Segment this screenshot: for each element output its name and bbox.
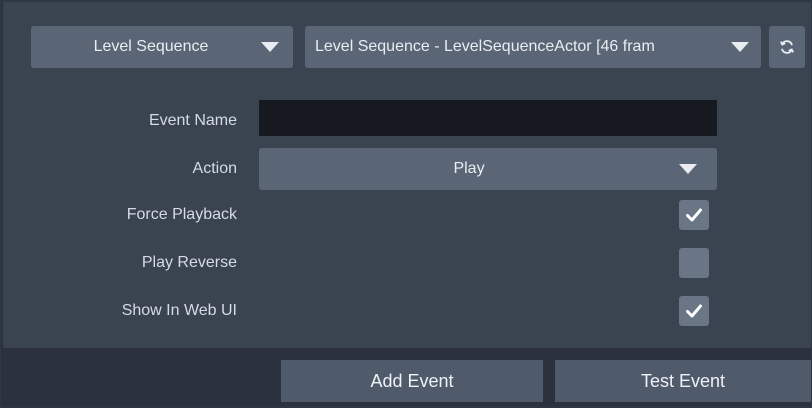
action-label: Action: [192, 160, 237, 177]
event-name-input[interactable]: [259, 100, 717, 136]
refresh-icon: [779, 40, 795, 54]
add-event-button[interactable]: Add Event: [281, 360, 543, 402]
sequence-type-dropdown[interactable]: Level Sequence: [31, 26, 293, 68]
checkmark-icon: [686, 208, 702, 222]
action-dropdown[interactable]: Play: [259, 148, 717, 190]
chevron-down-icon: [679, 164, 697, 174]
refresh-button[interactable]: [769, 26, 805, 68]
play-reverse-checkbox[interactable]: [679, 248, 709, 278]
sequence-asset-dropdown[interactable]: Level Sequence - LevelSequenceActor [46 …: [305, 26, 761, 68]
sequence-toolbar: Level Sequence Level Sequence - LevelSeq…: [3, 2, 811, 92]
action-footer: Add Event Test Event: [3, 348, 811, 406]
show-in-web-ui-label: Show In Web UI: [121, 302, 237, 319]
action-value: Play: [453, 160, 485, 177]
force-playback-label: Force Playback: [126, 206, 237, 223]
chevron-down-icon: [261, 42, 279, 52]
show-in-web-ui-checkbox[interactable]: [679, 296, 709, 326]
play-reverse-label: Play Reverse: [141, 254, 237, 271]
chevron-down-icon: [731, 42, 749, 52]
event-name-label: Event Name: [148, 112, 237, 129]
event-form: Event Name Action Play Force Playback Pl…: [3, 92, 811, 350]
event-panel: Level Sequence Level Sequence - LevelSeq…: [2, 2, 811, 406]
force-playback-checkbox[interactable]: [679, 200, 709, 230]
sequence-asset-value: Level Sequence - LevelSequenceActor [46 …: [315, 38, 655, 55]
sequence-type-value: Level Sequence: [93, 38, 209, 55]
test-event-button[interactable]: Test Event: [555, 360, 811, 402]
checkmark-icon: [686, 304, 702, 318]
